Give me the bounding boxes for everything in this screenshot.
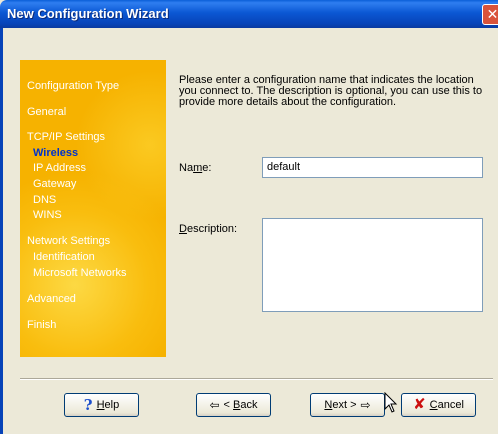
red-x-icon: ✘ [413, 396, 426, 413]
sidebar-item-tcpip-settings[interactable]: TCP/IP Settings [27, 131, 105, 143]
name-label: Name: [179, 162, 212, 174]
sidebar-item-gateway[interactable]: Gateway [33, 178, 76, 190]
back-button[interactable]: ⇦ < Back [196, 393, 271, 417]
sidebar-item-network-settings[interactable]: Network Settings [27, 235, 110, 247]
sidebar-item-microsoft-networks[interactable]: Microsoft Networks [33, 267, 127, 279]
next-button-label: Next > [324, 399, 357, 411]
close-button[interactable]: ✕ [482, 4, 498, 25]
window-title: New Configuration Wizard [7, 6, 169, 21]
name-field[interactable]: default [262, 157, 483, 178]
description-label: Description: [179, 223, 238, 235]
button-separator [20, 378, 493, 380]
sidebar-item-advanced[interactable]: Advanced [27, 293, 76, 305]
cancel-button[interactable]: ✘ Cancel [401, 393, 476, 417]
back-button-label: < Back [223, 399, 258, 411]
wizard-sidebar: Configuration Type General TCP/IP Settin… [20, 60, 166, 357]
help-button-label: Help [96, 399, 120, 411]
title-bar: New Configuration Wizard ✕ [0, 0, 498, 28]
sidebar-item-wireless[interactable]: Wireless [33, 147, 78, 159]
sidebar-item-ip-address[interactable]: IP Address [33, 162, 86, 174]
cancel-button-label: Cancel [429, 399, 464, 411]
sidebar-item-dns[interactable]: DNS [33, 194, 56, 206]
sidebar-item-wins[interactable]: WINS [33, 209, 62, 221]
right-arrow-icon: ⇨ [360, 398, 371, 412]
mouse-pointer-icon [384, 392, 398, 413]
sidebar-item-general[interactable]: General [27, 106, 66, 118]
left-arrow-icon: ⇦ [209, 398, 220, 412]
question-mark-icon: ? [83, 396, 93, 414]
intro-text: Please enter a configuration name that i… [179, 74, 483, 108]
sidebar-item-identification[interactable]: Identification [33, 251, 95, 263]
sidebar-item-configuration-type[interactable]: Configuration Type [27, 80, 119, 92]
close-icon: ✕ [486, 6, 498, 22]
description-field[interactable] [262, 218, 483, 312]
help-button[interactable]: ? Help [64, 393, 139, 417]
next-button[interactable]: Next > ⇨ [310, 393, 385, 417]
sidebar-item-finish[interactable]: Finish [27, 319, 56, 331]
